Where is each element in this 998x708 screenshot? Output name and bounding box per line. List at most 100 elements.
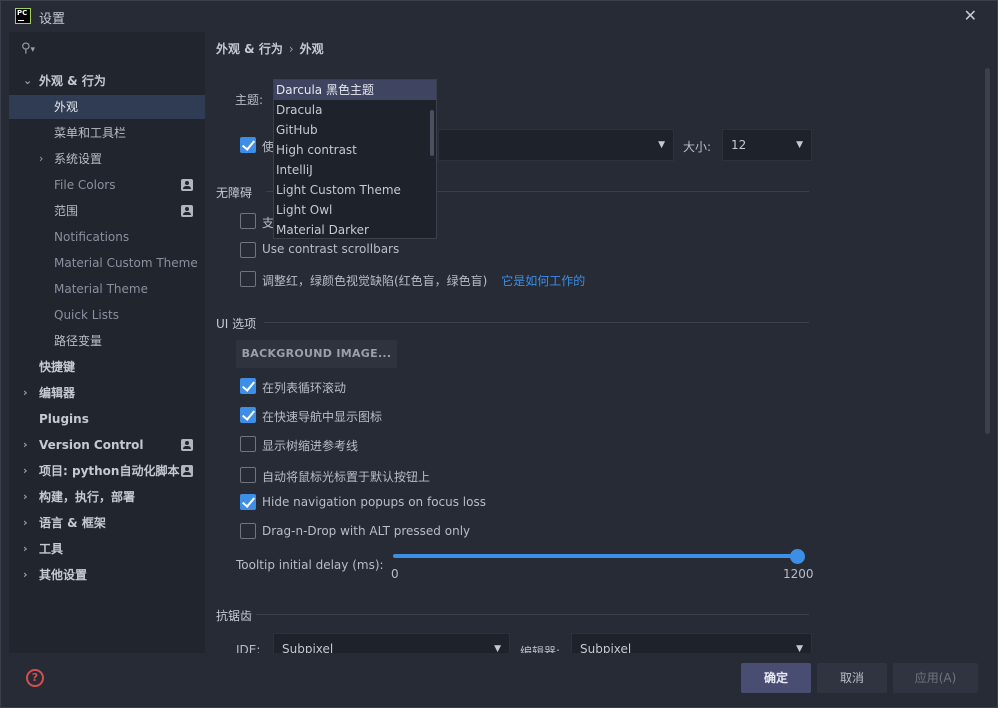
theme-option[interactable]: Material Darker [274,220,436,238]
tooltip-delay-label: Tooltip initial delay (ms): [236,558,384,572]
tooltip-delay-slider-thumb[interactable] [790,549,805,564]
tree-indent-guides-label: 显示树缩进参考线 [262,439,359,453]
window-title: 设置 [39,12,66,27]
ide-antialiasing-dropdown[interactable]: Subpixel ▼ [273,633,510,653]
tree-indent-guides-checkbox[interactable] [240,436,256,452]
editor-antialiasing-dropdown[interactable]: Subpixel ▼ [571,633,812,653]
chevron-down-icon: ▼ [796,140,803,150]
chevron-right-icon: › [23,490,28,503]
hide-nav-popups-checkbox[interactable] [240,494,256,510]
chevron-right-icon: › [23,386,28,399]
project-level-icon [181,205,193,217]
content-scrollbar[interactable] [985,68,990,434]
use-custom-font-checkbox[interactable] [240,137,256,153]
ide-antialiasing-label: IDE: [236,643,261,653]
font-size-label: 大小: [683,140,712,154]
show-icons-nav-label: 在快速导航中显示图标 [262,410,383,424]
settings-sidebar: ⚲▾ ⌄ 外观 & 行为 外观 菜单和工具栏 › 系统设置 File Color… [9,32,205,653]
drag-n-drop-alt-checkbox[interactable] [240,523,256,539]
title-bar: PC 设置 ✕ [1,1,997,31]
theme-option[interactable]: Darcula 黑色主题 [274,80,436,100]
chevron-right-icon: › [23,516,28,529]
theme-label: 主题: [235,93,264,107]
background-image-button[interactable]: BACKGROUND IMAGE... [236,340,397,368]
sidebar-item-quick-lists[interactable]: Quick Lists [9,303,205,327]
support-screen-readers-checkbox[interactable] [240,213,256,229]
project-level-icon [181,439,193,451]
chevron-right-icon: › [23,568,28,581]
antialiasing-section-title: 抗锯齿 [216,609,253,623]
theme-option[interactable]: IntelliJ [274,160,436,180]
search-icon[interactable]: ⚲▾ [21,41,35,56]
sidebar-item-material-custom-theme[interactable]: Material Custom Theme [9,251,205,275]
show-icons-nav-checkbox[interactable] [240,407,256,423]
theme-option[interactable]: Light Custom Theme [274,180,436,200]
how-it-works-link[interactable]: 它是如何工作的 [501,274,585,288]
sidebar-item-project[interactable]: › 项目: python自动化脚本 [9,459,205,483]
chevron-right-icon: › [23,542,28,555]
settings-content: 外观 & 行为 › 外观 主题: 使 ▼ 大小: 12 ▼ 无障碍 支 Use co… [206,32,997,653]
sidebar-item-appearance[interactable]: 外观 [9,95,205,119]
tooltip-delay-slider-track[interactable] [393,554,797,558]
sidebar-item-editor[interactable]: › 编辑器 [9,381,205,405]
theme-option[interactable]: GitHub [274,120,436,140]
sidebar-item-file-colors[interactable]: File Colors [9,173,205,197]
accessibility-section-title: 无障碍 [216,186,253,200]
editor-antialiasing-label: 编辑器: [520,645,561,653]
section-divider [264,322,809,323]
project-level-icon [181,465,193,477]
sidebar-item-languages-frameworks[interactable]: › 语言 & 框架 [9,511,205,535]
color-deficiency-label: 调整红，绿颜色视觉缺陷(红色盲，绿色盲) 它是如何工作的 [262,274,586,288]
sidebar-item-menus-toolbars[interactable]: 菜单和工具栏 [9,121,205,145]
sidebar-item-path-variables[interactable]: 路径变量 [9,329,205,353]
theme-dropdown-list[interactable]: Darcula 黑色主题 Dracula GitHub High contras… [273,79,437,239]
theme-option[interactable]: Light Owl [274,200,436,220]
breadcrumb: 外观 & 行为 › 外观 [216,42,324,56]
sidebar-item-version-control[interactable]: › Version Control [9,433,205,457]
chevron-right-icon: › [23,464,28,477]
settings-window: PC 设置 ✕ ⚲▾ ⌄ 外观 & 行为 外观 菜单和工具栏 › 系统设置 Fi… [0,0,998,708]
sidebar-item-appearance-behavior[interactable]: ⌄ 外观 & 行为 [9,69,205,93]
cyclic-scrolling-label: 在列表循环滚动 [262,381,347,395]
apply-button[interactable]: 应用(A) [893,663,978,693]
cyclic-scrolling-checkbox[interactable] [240,378,256,394]
move-mouse-default-checkbox[interactable] [240,467,256,483]
font-size-dropdown[interactable]: 12 ▼ [722,129,812,161]
ok-button[interactable]: 确定 [741,663,811,693]
drag-n-drop-alt-label: Drag-n-Drop with ALT pressed only [262,524,471,538]
theme-list-scrollbar[interactable] [430,110,434,156]
sidebar-item-scopes[interactable]: 范围 [9,199,205,223]
cancel-button[interactable]: 取消 [817,663,887,693]
chevron-right-icon: › [23,438,28,451]
slider-min-label: 0 [391,567,399,581]
contrast-scrollbars-checkbox[interactable] [240,242,256,258]
project-level-icon [181,179,193,191]
sidebar-item-build-execution[interactable]: › 构建，执行，部署 [9,485,205,509]
theme-option[interactable]: High contrast [274,140,436,160]
close-icon[interactable]: ✕ [964,6,977,25]
move-mouse-default-label: 自动将鼠标光标置于默认按钮上 [262,470,431,484]
slider-max-label: 1200 [783,567,814,581]
pycharm-app-icon: PC [15,8,31,24]
chevron-down-icon: ▼ [658,140,665,150]
sidebar-item-notifications[interactable]: Notifications [9,225,205,249]
sidebar-item-system-settings[interactable]: › 系统设置 [9,147,205,171]
contrast-scrollbars-label: Use contrast scrollbars [262,242,400,256]
chevron-down-icon: ▼ [796,644,803,653]
hide-nav-popups-label: Hide navigation popups on focus loss [262,495,486,509]
sidebar-item-plugins[interactable]: Plugins [9,407,205,431]
sidebar-item-tools[interactable]: › 工具 [9,537,205,561]
chevron-down-icon: ⌄ [23,74,33,87]
sidebar-item-other-settings[interactable]: › 其他设置 [9,563,205,587]
help-icon[interactable]: ? [26,669,44,687]
chevron-right-icon: › [39,152,44,165]
sidebar-item-keymap[interactable]: 快捷键 [9,355,205,379]
sidebar-item-material-theme[interactable]: Material Theme [9,277,205,301]
chevron-down-icon: ▼ [494,644,501,653]
font-family-dropdown[interactable]: ▼ [438,129,674,161]
theme-option[interactable]: Dracula [274,100,436,120]
ui-options-section-title: UI 选项 [216,317,257,331]
section-divider [256,614,809,615]
color-deficiency-checkbox[interactable] [240,271,256,287]
dialog-footer: ? 确定 取消 应用(A) [1,653,997,707]
